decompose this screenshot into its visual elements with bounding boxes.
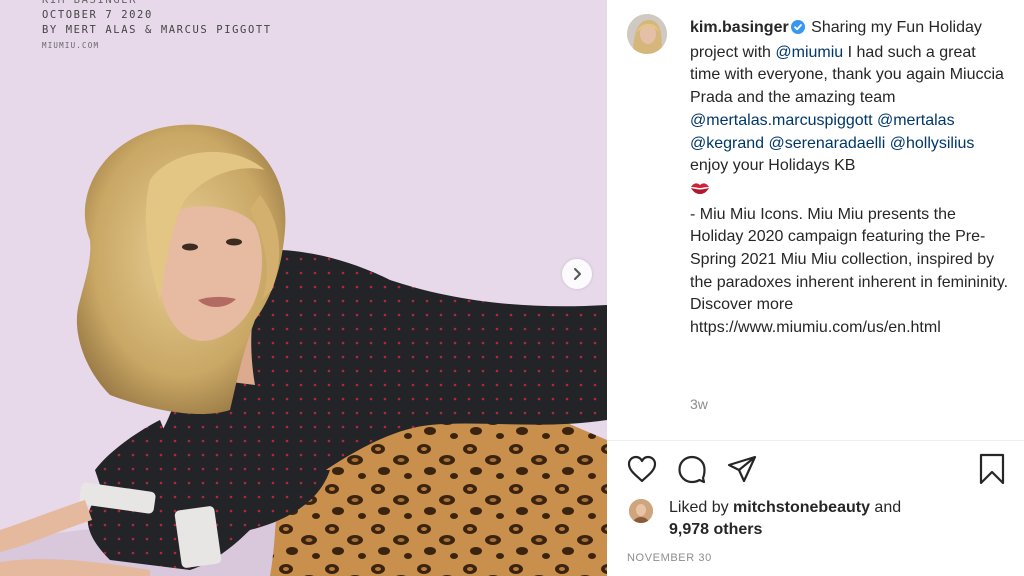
paper-plane-icon xyxy=(727,455,757,483)
mention-link[interactable]: @serenaradaelli xyxy=(769,135,886,152)
photo-credit: KIM BASINGER OCTOBER 7 2020 BY MERT ALAS… xyxy=(42,0,272,53)
mention-link[interactable]: @hollysilius xyxy=(890,135,975,152)
caption-area: kim.basinger Sharing my Fun Holiday proj… xyxy=(607,0,1024,440)
mention-link[interactable]: @miumiu xyxy=(775,44,843,61)
like-button[interactable] xyxy=(625,452,659,486)
photo-credit-site: MIUMIU.COM xyxy=(42,41,100,50)
post-date[interactable]: NOVEMBER 30 xyxy=(627,552,712,564)
likes-prefix: Liked by xyxy=(669,499,734,516)
likes-and: and xyxy=(869,499,902,516)
liker-username[interactable]: mitchstonebeauty xyxy=(733,499,870,516)
post-caption: kim.basinger Sharing my Fun Holiday proj… xyxy=(690,17,1010,340)
campaign-photo xyxy=(0,124,607,576)
post-details: kim.basinger Sharing my Fun Holiday proj… xyxy=(607,0,1024,576)
post-media: KIM BASINGER OCTOBER 7 2020 BY MERT ALAS… xyxy=(0,0,607,576)
next-photo-button[interactable] xyxy=(562,259,592,289)
post-username[interactable]: kim.basinger xyxy=(690,19,789,36)
user-avatar[interactable] xyxy=(627,14,667,54)
mention-link[interactable]: @kegrand xyxy=(690,135,764,152)
mention-link[interactable]: @mertalas xyxy=(877,112,955,129)
kiss-mark-icon xyxy=(690,180,710,204)
likes-others-count[interactable]: 9,978 others xyxy=(669,521,762,538)
verified-badge-icon xyxy=(790,19,805,42)
chevron-right-icon xyxy=(574,268,581,280)
save-button[interactable] xyxy=(975,452,1009,486)
caption-text: - Miu Miu Icons. Miu Miu presents the Ho… xyxy=(690,205,1009,337)
avatar-image xyxy=(627,14,667,54)
heart-icon xyxy=(627,455,657,483)
photo-credit-date: OCTOBER 7 2020 xyxy=(42,9,153,21)
action-bar xyxy=(607,452,1024,490)
section-divider xyxy=(607,440,1024,441)
bookmark-icon xyxy=(979,453,1005,485)
photo-credit-photographers: BY MERT ALAS & MARCUS PIGGOTT xyxy=(42,24,272,36)
share-button[interactable] xyxy=(725,452,759,486)
comment-icon xyxy=(678,455,706,484)
photo-credit-name: KIM BASINGER xyxy=(42,0,138,6)
liker-avatar[interactable] xyxy=(629,499,653,523)
mention-link[interactable]: @mertalas.marcuspiggott xyxy=(690,112,873,129)
likes-text: Liked by mitchstonebeauty and 9,978 othe… xyxy=(669,497,901,541)
comment-button[interactable] xyxy=(675,452,709,486)
post-time-ago[interactable]: 3w xyxy=(690,396,708,412)
caption-text: enjoy your Holidays KB xyxy=(690,157,856,175)
